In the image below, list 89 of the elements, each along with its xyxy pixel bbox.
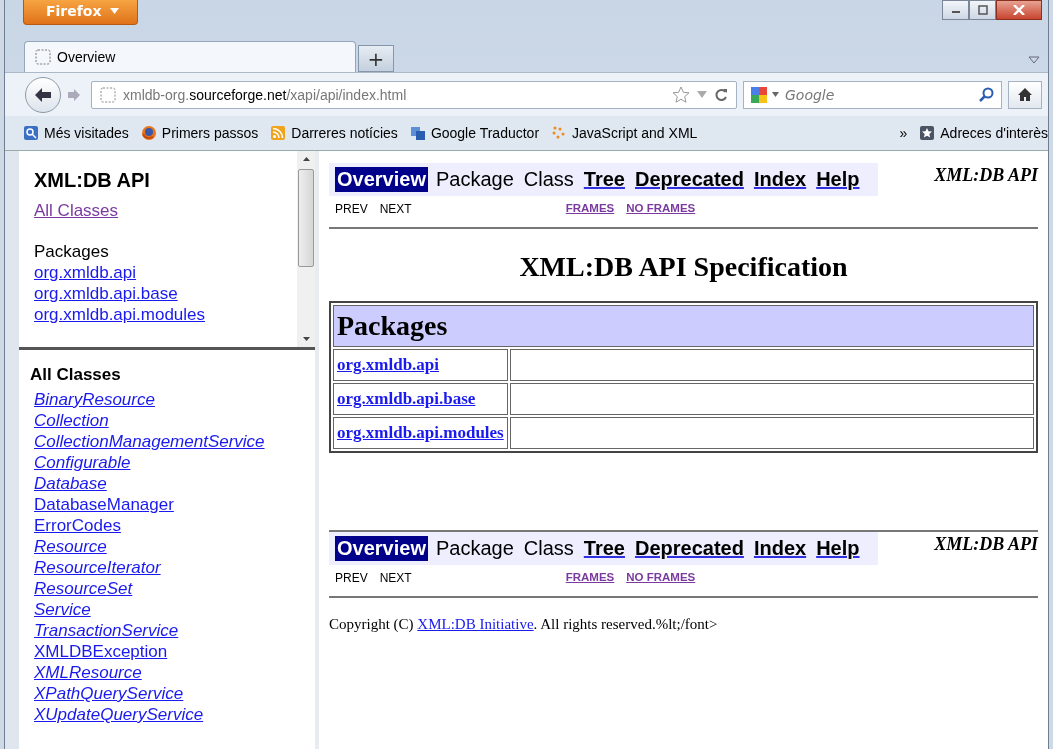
scroll-up-icon[interactable] [302,157,310,161]
search-field[interactable]: Google [743,80,1002,109]
page-icon [100,86,116,103]
frames-link[interactable]: FRAMES [565,571,615,585]
navigation-link[interactable]: Deprecated [632,167,746,192]
bookmark-item[interactable]: Més visitades [23,125,129,141]
search-icon[interactable] [979,86,995,103]
next-label: NEXT [379,571,412,585]
class-link[interactable]: Resource [34,536,107,557]
no-frames-link[interactable]: NO FRAMES [626,571,696,585]
navigation-item: Overview [335,536,428,561]
frames-link[interactable]: FRAMES [565,202,615,216]
class-link[interactable]: XUpdateQueryService [34,704,204,725]
scrollbar[interactable] [297,151,315,347]
star-icon[interactable] [672,85,690,104]
dropdown-icon[interactable] [1028,56,1040,64]
class-link[interactable]: DatabaseManager [34,494,174,515]
prev-label: PREV [335,202,368,216]
navigation-link[interactable]: Deprecated [632,536,746,561]
navigation-item: Class [522,536,575,561]
no-frames-link[interactable]: NO FRAMES [626,202,696,216]
google-icon[interactable] [750,85,768,104]
class-link[interactable]: CollectionManagementService [34,431,265,452]
page-title: XML:DB API Specification [518,251,849,283]
navigation-item: Overview [335,167,428,192]
class-link[interactable]: Database [34,473,107,494]
new-tab-button[interactable]: + [358,45,394,72]
navigation-link[interactable]: Index [751,167,809,192]
url-text: xmldb-org.sourceforge.net/xapi/api/index.html [123,86,407,103]
brand-label: XML:DB API [934,534,1038,555]
maximize-icon [977,5,988,15]
class-link[interactable]: ResourceSet [34,578,133,599]
caret-icon [772,92,779,97]
navigation-item: Class [522,167,575,192]
star-box-icon [919,125,936,141]
classes-heading: All Classes [30,365,122,385]
frame-title: XML:DB API [34,169,151,192]
feed-icon [270,125,287,141]
scroll-down-icon[interactable] [302,337,310,341]
brand-label: XML:DB API [934,165,1038,186]
package-link[interactable]: org.xmldb.api.modules [34,304,206,325]
globe-icon [140,125,157,141]
class-link[interactable]: Configurable [34,452,131,473]
class-link[interactable]: BinaryResource [34,389,155,410]
home-icon [1017,87,1033,102]
close-icon [1013,5,1025,15]
next-label: NEXT [379,202,412,216]
copyright-link[interactable]: XML:DB Initiative [417,616,534,632]
table-heading: Packages [333,305,1034,347]
class-link[interactable]: Service [34,599,91,620]
all-classes-link[interactable]: All Classes [34,201,119,220]
magnifier-page-icon [23,125,39,141]
minimize-button[interactable] [942,0,969,20]
caret-icon [109,8,119,14]
navigation-link[interactable]: Help [814,536,862,561]
package-link[interactable]: org.xmldb.api [34,262,137,283]
back-arrow-icon [34,86,52,103]
navigation-link[interactable]: Tree [581,536,627,561]
class-link[interactable]: TransactionService [34,620,179,641]
more-bookmarks-button[interactable]: » [899,125,908,141]
copyright-text: Copyright (C) XML:DB Initiative. All rights reserved.%lt;/font> [329,616,719,633]
class-link[interactable]: ErrorCodes [34,515,121,536]
bookmark-item[interactable]: JavaScript and XML [551,125,698,141]
bookmark-item[interactable]: Google Traductor [409,125,540,141]
bookmark-item[interactable]: Primers passos [140,125,259,141]
navigation-item: Package [434,167,515,192]
navigation-item: Package [434,536,515,561]
prev-label: PREV [335,571,368,585]
class-link[interactable]: XMLDBException [34,641,168,662]
bookmarks-menu-button[interactable]: Adreces d'interès [919,125,1048,141]
browser-tab[interactable]: Overview [24,41,356,72]
page-icon [35,49,51,65]
bookmark-item[interactable]: Darreres notícies [270,125,398,141]
back-button[interactable] [25,76,61,113]
class-link[interactable]: Collection [34,410,109,431]
class-link[interactable]: XMLResource [34,662,142,683]
reload-icon[interactable] [714,87,728,102]
home-button[interactable] [1008,80,1042,109]
close-button[interactable] [996,0,1042,20]
navigation-link[interactable]: Index [751,536,809,561]
translate-icon [409,125,426,141]
navigation-link[interactable]: Tree [581,167,627,192]
maximize-button[interactable] [969,0,996,20]
navigation-link[interactable]: Help [814,167,862,192]
class-link[interactable]: XPathQueryService [34,683,184,704]
packages-heading: Packages [34,241,110,262]
package-link[interactable]: org.xmldb.api.base [34,283,178,304]
class-link[interactable]: ResourceIterator [34,557,161,578]
address-bar[interactable]: xmldb-org.sourceforge.net/xapi/api/index.html [91,80,737,109]
